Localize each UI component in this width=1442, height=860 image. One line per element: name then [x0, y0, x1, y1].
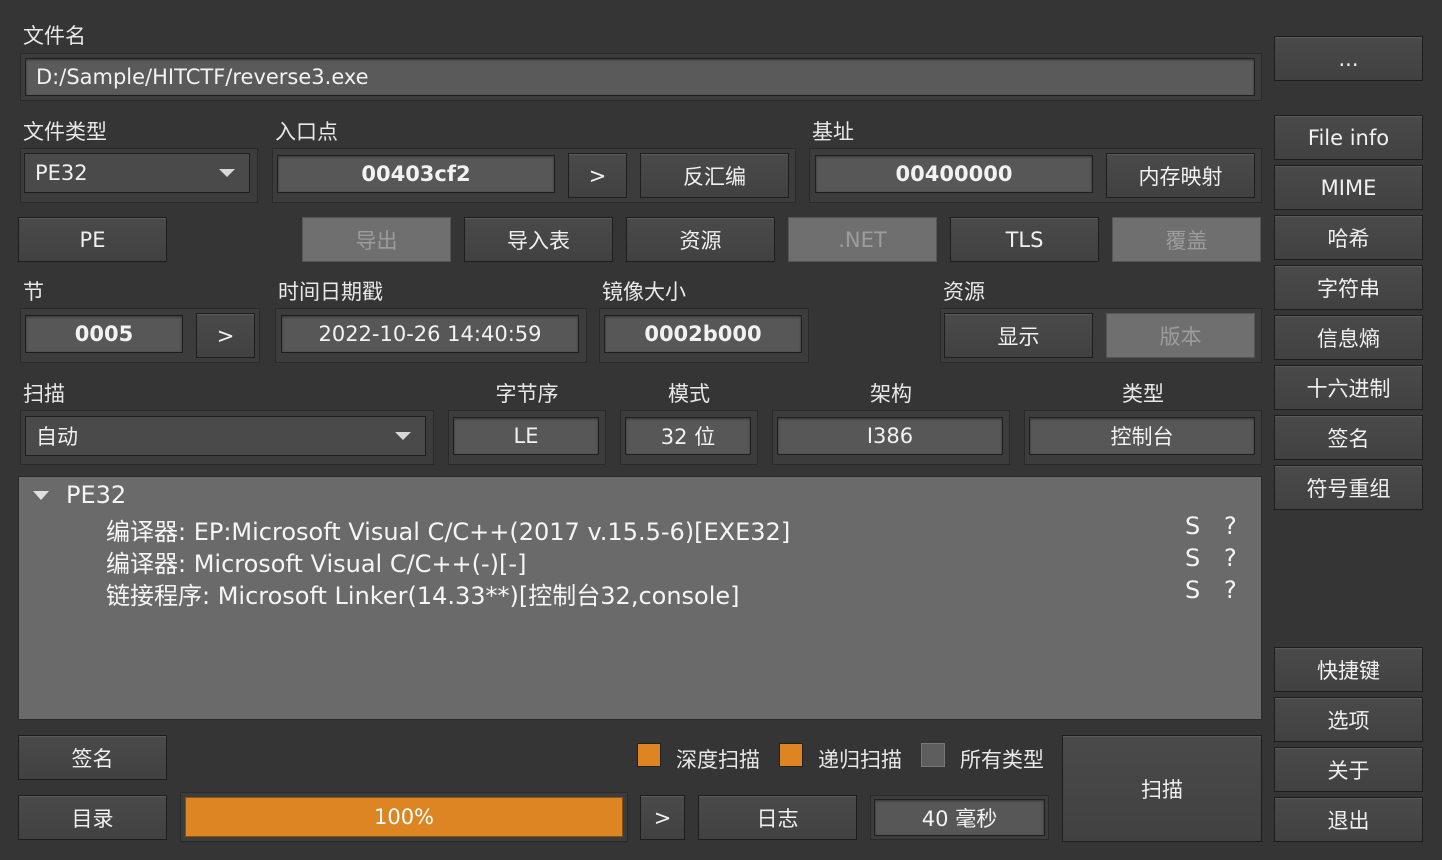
entry-point-go-button[interactable]: > — [568, 153, 627, 198]
sidebar-demangle-button[interactable]: 符号重组 — [1274, 465, 1423, 510]
file-name-label: 文件名 — [23, 24, 86, 48]
type-value: 控制台 — [1029, 417, 1255, 455]
signatures-button[interactable]: 签名 — [18, 735, 167, 780]
deep-scan-label: 深度扫描 — [676, 748, 760, 772]
show-resources-button[interactable]: 显示 — [944, 313, 1093, 358]
tree-item-text: 编译器: EP:Microsoft Visual C/C++(2017 v.15… — [106, 518, 791, 546]
log-button[interactable]: 日志 — [698, 795, 857, 840]
all-types-checkbox[interactable] — [921, 743, 945, 767]
progress-go-button[interactable]: > — [640, 795, 685, 840]
version-button[interactable]: 版本 — [1106, 313, 1255, 358]
elapsed-frame: 40 毫秒 — [870, 795, 1049, 840]
tree-item[interactable]: 编译器: EP:Microsoft Visual C/C++(2017 v.15… — [19, 511, 1261, 546]
tree-item-info[interactable]: ? — [1224, 544, 1237, 572]
chevron-down-icon — [395, 432, 411, 440]
file-path-input[interactable]: D:/Sample/HITCTF/reverse3.exe — [25, 58, 1255, 96]
type-label: 类型 — [1122, 382, 1164, 406]
entry-point-value: 00403cf2 — [277, 155, 555, 193]
import-button[interactable]: 导入表 — [464, 217, 613, 262]
dotnet-button[interactable]: .NET — [788, 217, 937, 262]
file-type-value: PE32 — [35, 161, 88, 185]
browse-button[interactable]: ... — [1274, 36, 1423, 81]
image-size-value: 0002b000 — [604, 315, 802, 353]
arch-label: 架构 — [870, 382, 912, 406]
sidebar-hash-button[interactable]: 哈希 — [1274, 215, 1423, 260]
sidebar-exit-button[interactable]: 退出 — [1274, 797, 1423, 842]
chevron-down-icon — [219, 169, 235, 177]
tree-item-s[interactable]: S — [1185, 544, 1200, 572]
progress-text: 100% — [373, 805, 435, 829]
image-size-label: 镜像大小 — [602, 280, 686, 304]
arch-value: I386 — [777, 417, 1003, 455]
tls-button[interactable]: TLS — [950, 217, 1099, 262]
file-type-label: 文件类型 — [23, 120, 107, 144]
base-address-value: 00400000 — [815, 155, 1093, 193]
memory-map-button[interactable]: 内存映射 — [1106, 153, 1255, 198]
mode-label: 模式 — [668, 382, 710, 406]
pe-button[interactable]: PE — [18, 217, 167, 262]
sidebar-about-button[interactable]: 关于 — [1274, 747, 1423, 792]
deep-scan-checkbox[interactable] — [637, 743, 661, 767]
directory-button[interactable]: 目录 — [18, 795, 167, 840]
sections-go-button[interactable]: > — [196, 313, 255, 358]
sidebar-file-info-button[interactable]: File info — [1274, 115, 1423, 160]
entry-point-label: 入口点 — [275, 120, 338, 144]
mode-value: 32 位 — [625, 417, 751, 455]
overlay-button[interactable]: 覆盖 — [1112, 217, 1261, 262]
disassemble-button[interactable]: 反汇编 — [640, 153, 789, 198]
resources-button[interactable]: 资源 — [626, 217, 775, 262]
scan-button[interactable]: 扫描 — [1062, 735, 1262, 842]
file-path-frame: D:/Sample/HITCTF/reverse3.exe — [20, 53, 1262, 101]
sections-label: 节 — [23, 280, 44, 304]
scan-mode-select[interactable]: 自动 — [25, 416, 426, 456]
sidebar-options-button[interactable]: 选项 — [1274, 697, 1423, 742]
expand-arrow-icon[interactable] — [33, 491, 49, 500]
sidebar-signatures-button[interactable]: 签名 — [1274, 415, 1423, 460]
file-type-select[interactable]: PE32 — [24, 153, 250, 193]
sidebar-mime-button[interactable]: MIME — [1274, 165, 1423, 210]
scan-label: 扫描 — [23, 382, 65, 406]
sidebar-hex-button[interactable]: 十六进制 — [1274, 365, 1423, 410]
tree-item[interactable]: 编译器: Microsoft Visual C/C++(-)[-] S ? — [19, 543, 1261, 578]
all-types-label: 所有类型 — [960, 748, 1044, 772]
tree-item[interactable]: 链接程序: Microsoft Linker(14.33**)[控制台32,co… — [19, 575, 1261, 610]
elapsed-time-value: 40 毫秒 — [874, 799, 1045, 836]
sidebar-shortcuts-button[interactable]: 快捷键 — [1274, 647, 1423, 692]
sidebar-entropy-button[interactable]: 信息熵 — [1274, 315, 1423, 360]
tree-item-s[interactable]: S — [1185, 512, 1200, 540]
resources-label: 资源 — [943, 280, 985, 304]
timestamp-value: 2022-10-26 14:40:59 — [281, 315, 579, 353]
scan-mode-value: 自动 — [36, 425, 78, 449]
recursive-scan-label: 递归扫描 — [818, 748, 902, 772]
base-label: 基址 — [812, 120, 854, 144]
tree-item-s[interactable]: S — [1185, 576, 1200, 604]
tree-root-row[interactable]: PE32 — [19, 479, 1261, 511]
scan-results-tree[interactable]: PE32 编译器: EP:Microsoft Visual C/C++(2017… — [18, 476, 1262, 720]
tree-item-info[interactable]: ? — [1224, 512, 1237, 540]
recursive-scan-checkbox[interactable] — [779, 743, 803, 767]
progress-frame: 100% — [180, 792, 628, 842]
tree-item-info[interactable]: ? — [1224, 576, 1237, 604]
export-button[interactable]: 导出 — [302, 217, 451, 262]
endianness-value: LE — [453, 417, 599, 455]
timestamp-label: 时间日期戳 — [278, 280, 383, 304]
tree-item-text: 编译器: Microsoft Visual C/C++(-)[-] — [106, 550, 527, 578]
tree-root-label: PE32 — [66, 481, 127, 509]
tree-item-text: 链接程序: Microsoft Linker(14.33**)[控制台32,co… — [106, 582, 740, 610]
sidebar-strings-button[interactable]: 字符串 — [1274, 265, 1423, 310]
endianness-label: 字节序 — [495, 382, 559, 406]
sections-value: 0005 — [25, 315, 183, 353]
